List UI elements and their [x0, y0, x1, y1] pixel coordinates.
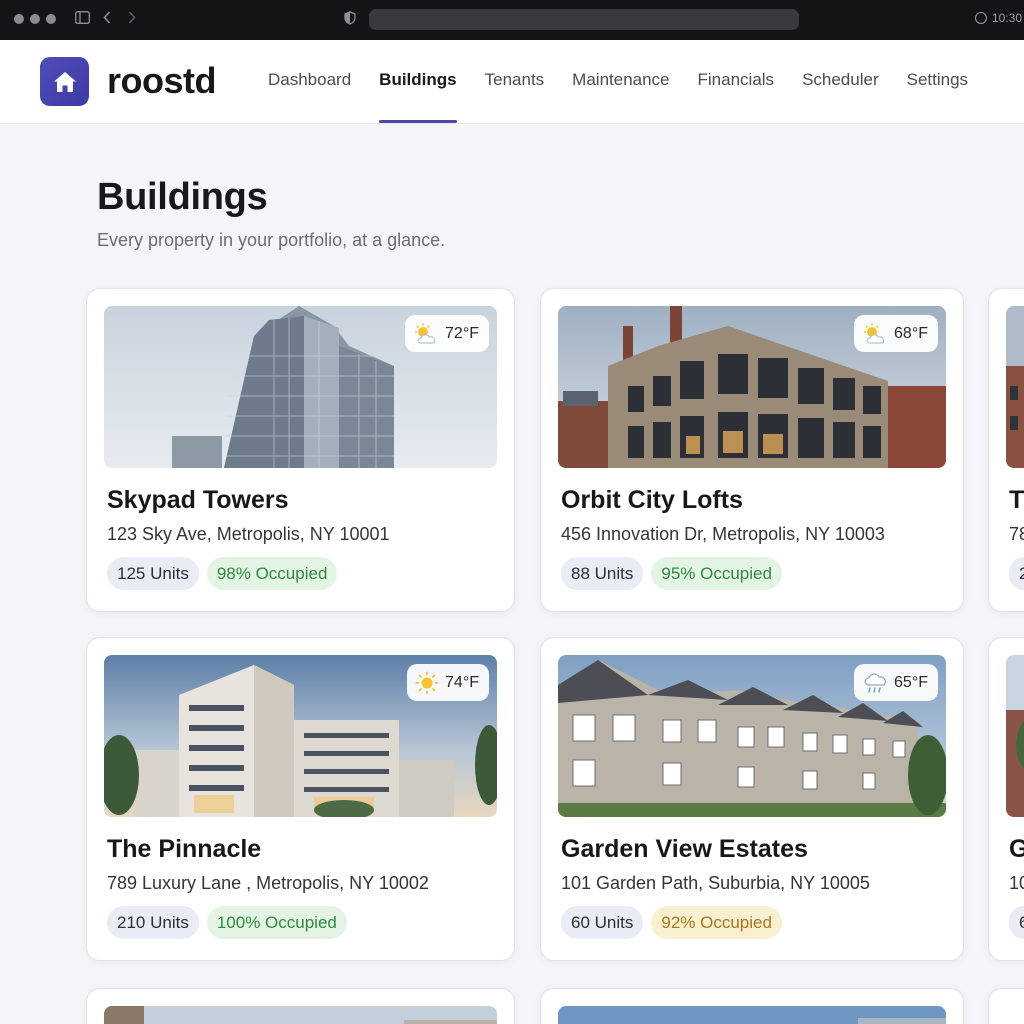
building-photo: 68°F [558, 306, 946, 468]
nav-maintenance[interactable]: Maintenance [572, 70, 669, 90]
nav-tenants[interactable]: Tenants [485, 70, 545, 90]
building-name: G [1009, 835, 1024, 864]
nav-financials[interactable]: Financials [698, 70, 775, 90]
building-photo: 72°F [104, 306, 497, 468]
building-address: 789 Luxury Lane , Metropolis, NY 10002 [107, 873, 429, 893]
units-badge: 88 Units [561, 557, 644, 590]
weather-badge: 72°F [405, 315, 489, 352]
weather-badge: 74°F [407, 664, 489, 701]
partly-sunny-icon [415, 323, 436, 344]
building-name: T [1009, 486, 1024, 514]
building-card[interactable] [86, 988, 515, 1024]
building-photo: 74°F [104, 655, 497, 817]
building-name: Garden View Estates [561, 835, 808, 863]
back-arrow-icon[interactable] [103, 11, 111, 28]
occupancy-badge: 100% Occupied [206, 906, 347, 939]
page-subtitle: Every property in your portfolio, at a g… [97, 230, 446, 250]
building-card[interactable]: T 78 2 [988, 288, 1024, 612]
clock-time: 10:30 [991, 11, 1022, 25]
building-name: The Pinnacle [107, 835, 262, 863]
address-bar[interactable] [369, 9, 799, 30]
building-card[interactable] [988, 988, 1024, 1024]
building-card[interactable]: 74°F The Pinnacle 789 Luxury Lane , Metr… [86, 637, 515, 961]
building-address: 78 [1009, 524, 1024, 544]
clock-icon [974, 12, 987, 24]
page-title: Buildings [97, 176, 268, 218]
weather-badge: 65°F [854, 664, 938, 701]
nav-buildings[interactable]: Buildings [379, 70, 458, 123]
building-name: Orbit City Lofts [561, 486, 743, 514]
units-badge: 6 [1009, 906, 1024, 939]
building-photo [558, 1006, 946, 1024]
building-card[interactable]: G 10 6 [988, 637, 1024, 961]
temperature: 74°F [445, 673, 479, 691]
main-nav: Dashboard Buildings Tenants Maintenance … [268, 70, 996, 123]
nav-settings[interactable]: Settings [907, 70, 968, 90]
app-logo[interactable] [40, 57, 89, 106]
building-address: 10 [1009, 873, 1024, 893]
building-name: Skypad Towers [107, 486, 289, 514]
nav-scheduler[interactable]: Scheduler [802, 70, 879, 90]
rain-cloud-icon [864, 672, 886, 693]
building-photo [1006, 655, 1024, 817]
building-photo: 65°F [558, 655, 946, 817]
occupancy-badge: 98% Occupied [206, 557, 338, 590]
building-photo [1006, 306, 1024, 468]
forward-arrow-icon[interactable] [128, 11, 136, 28]
maximize-window-button[interactable] [46, 14, 56, 24]
nav-dashboard[interactable]: Dashboard [268, 70, 351, 90]
browser-toolbar: 10:30 [0, 0, 1024, 40]
building-card[interactable]: 72°F Skypad Towers 123 Sky Ave, Metropol… [86, 288, 515, 612]
building-card[interactable]: 68°F Orbit City Lofts 456 Innovation Dr,… [540, 288, 964, 612]
occupancy-badge: 95% Occupied [651, 557, 782, 590]
app-header: roostd Dashboard Buildings Tenants Maint… [0, 40, 1024, 124]
units-badge: 2 [1009, 557, 1024, 590]
units-badge: 125 Units [107, 557, 199, 590]
partly-sunny-icon [864, 323, 885, 344]
temperature: 65°F [894, 673, 928, 691]
weather-badge: 68°F [854, 315, 938, 352]
window-controls[interactable] [14, 14, 56, 24]
building-address: 101 Garden Path, Suburbia, NY 10005 [561, 873, 870, 893]
building-address: 456 Innovation Dr, Metropolis, NY 10003 [561, 524, 885, 544]
sidebar-toggle-icon[interactable] [75, 11, 90, 28]
occupancy-badge: 92% Occupied [651, 906, 782, 939]
building-card[interactable]: 65°F Garden View Estates 101 Garden Path… [540, 637, 964, 961]
building-address: 123 Sky Ave, Metropolis, NY 10001 [107, 524, 390, 544]
units-badge: 60 Units [561, 906, 644, 939]
minimize-window-button[interactable] [30, 14, 40, 24]
temperature: 72°F [445, 324, 479, 342]
temperature: 68°F [894, 324, 928, 342]
sun-icon [415, 671, 439, 694]
app-name: roostd [107, 60, 217, 101]
units-badge: 210 Units [107, 906, 199, 939]
building-photo [104, 1006, 497, 1024]
shield-icon[interactable] [344, 11, 356, 29]
close-window-button[interactable] [14, 14, 24, 24]
clock: 10:30 [974, 11, 1022, 25]
building-card[interactable] [540, 988, 964, 1024]
house-icon [53, 71, 76, 92]
